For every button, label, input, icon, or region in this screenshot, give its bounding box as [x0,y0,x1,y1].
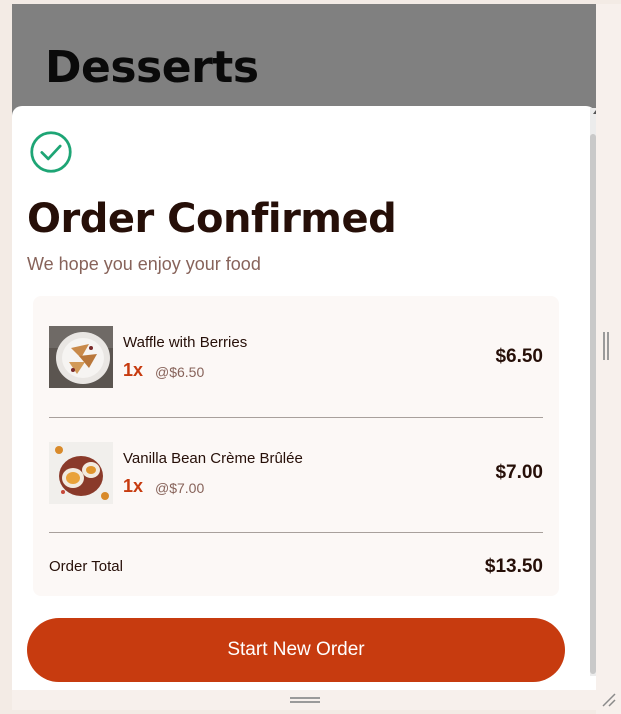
start-new-order-button[interactable]: Start New Order [27,618,565,682]
item-total: $6.50 [495,346,543,367]
app-viewport: Desserts Order Confirmed We hope you enj… [12,4,596,690]
waffle-thumbnail [49,326,113,388]
item-unit-price: @$7.00 [155,480,205,496]
order-item: Waffle with Berries 1x @$6.50 $6.50 [49,326,543,390]
item-total: $7.00 [495,462,543,483]
order-item: Vanilla Bean Crème Brûlée 1x @$7.00 $7.0… [49,442,543,506]
modal-subtitle: We hope you enjoy your food [27,254,261,274]
vertical-resize-handle[interactable] [603,332,609,360]
order-confirmation-modal: Order Confirmed We hope you enjoy your f… [12,106,596,690]
item-unit-price: @$6.50 [155,364,205,380]
order-total-value: $13.50 [484,556,543,577]
page-title: Desserts [45,42,259,93]
resize-grip-icon[interactable] [600,691,616,707]
order-total-label: Order Total [49,558,123,575]
check-circle-icon [30,131,72,173]
item-quantity: 1x [123,476,144,496]
item-name: Waffle with Berries [123,334,248,351]
creme-brulee-thumbnail [49,442,113,504]
order-summary: Waffle with Berries 1x @$6.50 $6.50 Vani… [33,296,559,596]
item-name: Vanilla Bean Crème Brûlée [123,450,303,467]
divider [49,417,543,418]
divider [49,532,543,533]
horizontal-resize-handle[interactable] [290,697,320,703]
modal-title: Order Confirmed [27,196,397,242]
item-quantity: 1x [123,360,144,380]
